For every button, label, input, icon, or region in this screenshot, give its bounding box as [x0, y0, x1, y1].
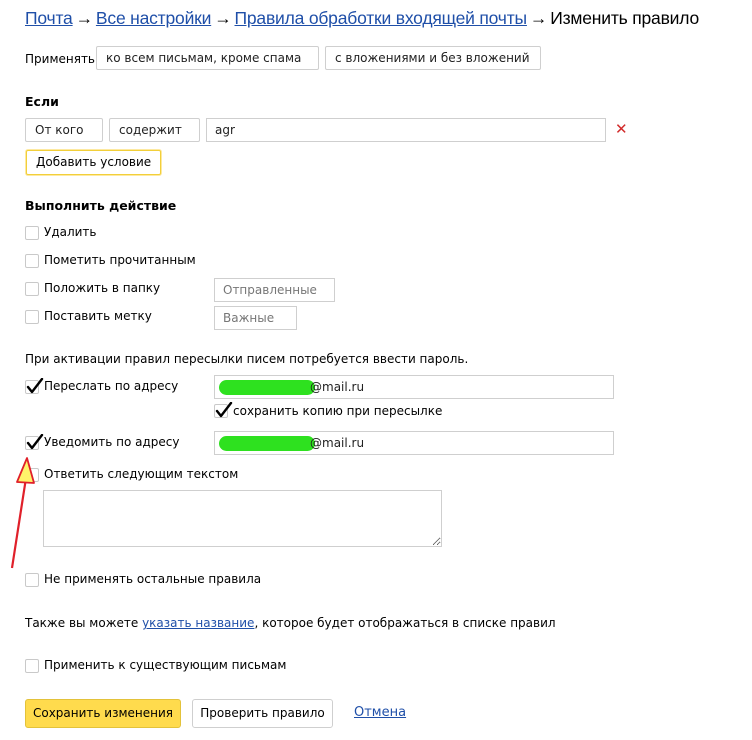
annotation-arrow-icon — [10, 457, 35, 569]
